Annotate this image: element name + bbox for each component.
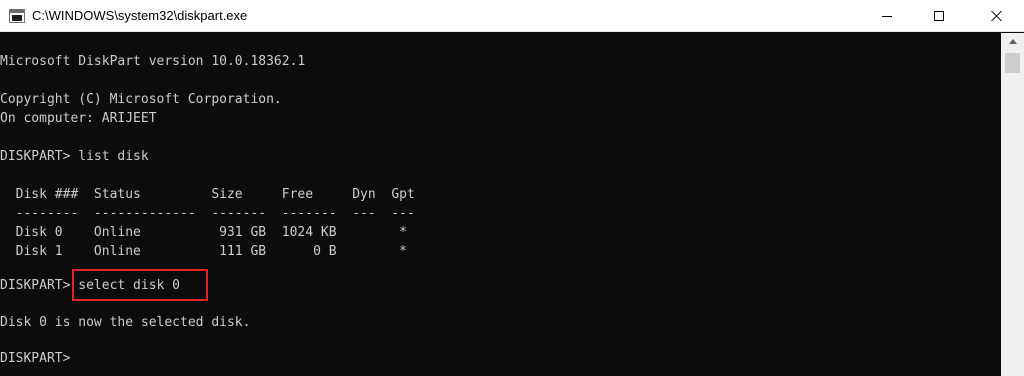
disk-table-row: Disk 1 Online 111 GB 0 B * [0, 244, 407, 259]
close-icon [991, 10, 1003, 22]
disk-table-row: Disk 0 Online 931 GB 1024 KB * [0, 225, 407, 240]
disk-table-separator: -------- ------------- ------- ------- -… [0, 206, 415, 221]
console-line: On computer: ARIJEET [0, 111, 157, 126]
arrow-up-icon [1008, 39, 1017, 44]
scroll-thumb[interactable] [1005, 53, 1020, 73]
scroll-up-button[interactable] [1001, 33, 1024, 50]
command-prompt[interactable]: DISKPART> [0, 349, 78, 368]
minimize-icon [882, 15, 892, 17]
maximize-icon [934, 11, 944, 21]
selection-confirmation: Disk 0 is now the selected disk. [0, 315, 251, 330]
maximize-button[interactable] [916, 0, 962, 32]
minimize-button[interactable] [864, 0, 910, 32]
window-title: C:\WINDOWS\system32\diskpart.exe [32, 8, 248, 23]
console-icon[interactable] [9, 9, 25, 23]
disk-table-header: Disk ### Status Size Free Dyn Gpt [0, 187, 415, 202]
diskpart-window: C:\WINDOWS\system32\diskpart.exe Microso… [0, 0, 1024, 376]
console-line: DISKPART> list disk [0, 149, 149, 164]
console-line: Copyright (C) Microsoft Corporation. [0, 92, 282, 107]
title-bar[interactable]: C:\WINDOWS\system32\diskpart.exe [0, 0, 1024, 32]
console-line: Microsoft DiskPart version 10.0.18362.1 [0, 54, 306, 69]
vertical-scrollbar[interactable] [1001, 33, 1024, 376]
command-highlight-box [72, 269, 208, 301]
console-output[interactable]: Microsoft DiskPart version 10.0.18362.1 … [0, 33, 1001, 376]
close-button[interactable] [970, 0, 1024, 32]
